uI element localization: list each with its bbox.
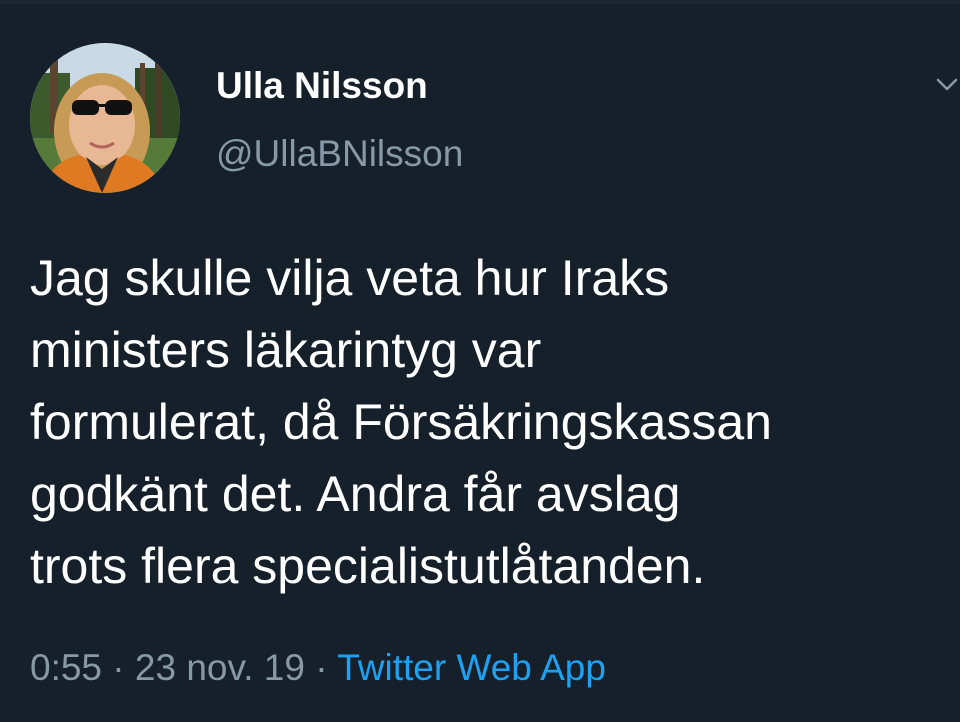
tweet-metadata: 0:55 · 23 nov. 19 · Twitter Web App [30, 644, 606, 692]
author-display-name[interactable]: Ulla Nilsson [216, 64, 428, 108]
meta-separator: · [112, 647, 125, 688]
chevron-down-icon [936, 78, 958, 91]
tweet-text-line: formulerat, då Försäkringskassan [30, 394, 772, 450]
meta-separator: · [315, 647, 328, 688]
tweet-text: Jag skulle vilja veta hur Iraks minister… [30, 242, 950, 602]
tweet-menu-button[interactable] [934, 74, 960, 96]
tweet-source-link[interactable]: Twitter Web App [337, 647, 606, 688]
tweet-text-line: Jag skulle vilja veta hur Iraks [30, 250, 670, 306]
tweet-time[interactable]: 0:55 [30, 647, 102, 688]
tweet-text-line: ministers läkarintyg var [30, 322, 542, 378]
tweet-date[interactable]: 23 nov. 19 [135, 647, 305, 688]
top-divider [0, 0, 960, 4]
user-avatar-photo [30, 43, 180, 193]
tweet-text-line: godkänt det. Andra får avslag [30, 466, 681, 522]
tweet-text-line: trots flera specialistutlåtanden. [30, 538, 706, 594]
user-avatar[interactable] [30, 43, 180, 193]
author-handle[interactable]: @UllaBNilsson [216, 132, 463, 176]
tweet-card: Ulla Nilsson @UllaBNilsson Jag skulle vi… [0, 0, 960, 722]
